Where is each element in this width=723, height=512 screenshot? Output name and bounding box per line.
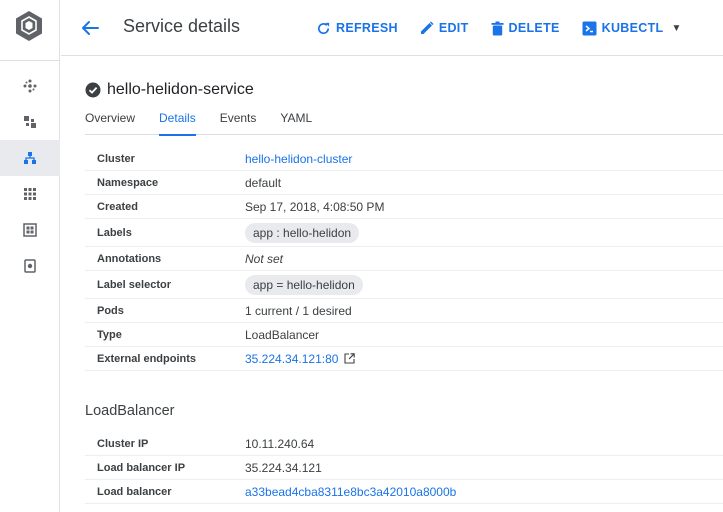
resource-name: hello-helidon-service <box>107 81 254 98</box>
tab-bar: Overview Details Events YAML <box>85 111 723 136</box>
left-navigation-rail <box>0 0 60 512</box>
detail-row-namespace: Namespace default <box>85 171 723 195</box>
detail-label: Type <box>97 328 122 341</box>
detail-row-label-selector: Label selector app = hello-helidon <box>85 271 723 299</box>
details-table: Cluster hello-helidon-cluster Namespace … <box>85 147 723 371</box>
detail-value: 10.11.240.64 <box>245 436 315 451</box>
detail-label: Pods <box>97 304 124 317</box>
detail-row-load-balancer: Load balancer a33bead4cba8311e8bc3a42010… <box>85 480 723 504</box>
page-title: Service details <box>123 16 241 36</box>
edit-button[interactable]: EDIT <box>420 18 469 38</box>
detail-label: Load balancer IP <box>97 461 186 474</box>
refresh-label: REFRESH <box>336 21 398 35</box>
detail-value: Not set <box>245 251 284 266</box>
detail-value: LoadBalancer <box>245 327 320 342</box>
detail-row-pods: Pods 1 current / 1 desired <box>85 299 723 323</box>
kubectl-label: KUBECTL <box>601 21 664 35</box>
detail-label: Label selector <box>97 278 171 291</box>
terminal-icon <box>582 21 597 35</box>
detail-row-created: Created Sep 17, 2018, 4:08:50 PM <box>85 195 723 219</box>
delete-button[interactable]: DELETE <box>491 18 560 38</box>
clusters-icon <box>23 79 37 93</box>
detail-label: Created <box>97 200 138 213</box>
applications-icon <box>24 188 36 200</box>
configuration-icon <box>23 223 37 237</box>
open-in-new-icon[interactable] <box>344 353 356 364</box>
rail-divider <box>0 60 60 61</box>
label-selector-chip: app = hello-helidon <box>245 274 363 295</box>
back-arrow-icon[interactable] <box>79 17 101 39</box>
header-actions: REFRESH EDIT DELETE KUBECTL ▼ <box>316 18 682 38</box>
status-ok-check-icon <box>85 82 101 98</box>
sidebar-item-clusters[interactable] <box>0 68 60 104</box>
detail-row-cluster-ip: Cluster IP 10.11.240.64 <box>85 432 723 456</box>
sidebar-item-workloads[interactable] <box>0 104 60 140</box>
cluster-link[interactable]: hello-helidon-cluster <box>245 152 352 166</box>
detail-label: Labels <box>97 226 132 239</box>
sidebar-item-applications[interactable] <box>0 176 60 212</box>
loadbalancer-section-title: LoadBalancer <box>85 403 175 419</box>
refresh-button[interactable]: REFRESH <box>316 18 398 38</box>
detail-value: 35.224.34.121 <box>245 460 322 475</box>
load-balancer-link[interactable]: a33bead4cba8311e8bc3a42010a8000b <box>245 485 456 499</box>
detail-label: External endpoints <box>97 352 197 365</box>
refresh-icon <box>318 22 330 34</box>
pencil-icon <box>420 21 434 34</box>
details-content: hello-helidon-service Overview Details E… <box>61 57 723 512</box>
detail-row-labels: Labels app : hello-helidon <box>85 219 723 247</box>
detail-value: 1 current / 1 desired <box>245 303 352 318</box>
tab-details[interactable]: Details <box>159 111 196 136</box>
chevron-down-icon: ▼ <box>671 22 682 34</box>
resource-title: hello-helidon-service <box>85 81 254 99</box>
tab-yaml[interactable]: YAML <box>280 111 312 135</box>
detail-label: Load balancer <box>97 485 172 498</box>
sidebar-item-configuration[interactable] <box>0 212 60 248</box>
detail-row-type: Type LoadBalancer <box>85 323 723 347</box>
detail-value: default <box>245 175 282 190</box>
tab-events[interactable]: Events <box>220 111 257 135</box>
detail-label: Namespace <box>97 176 159 189</box>
workloads-icon <box>24 116 36 128</box>
sidebar-item-storage[interactable] <box>0 248 60 284</box>
loadbalancer-table: Cluster IP 10.11.240.64 Load balancer IP… <box>85 432 723 504</box>
detail-row-load-balancer-ip: Load balancer IP 35.224.34.121 <box>85 456 723 480</box>
delete-label: DELETE <box>508 21 560 35</box>
detail-label: Annotations <box>97 252 162 265</box>
edit-label: EDIT <box>438 21 469 35</box>
page-header: Service details REFRESH EDIT DELETE KUBE… <box>61 0 723 56</box>
detail-label: Cluster <box>97 152 135 165</box>
external-endpoint-link[interactable]: 35.224.34.121:80 <box>245 352 338 366</box>
detail-row-external-endpoints: External endpoints 35.224.34.121:80 <box>85 347 723 371</box>
label-chip: app : hello-helidon <box>245 222 360 243</box>
services-icon <box>24 152 36 164</box>
detail-value: Sep 17, 2018, 4:08:50 PM <box>245 199 385 214</box>
kubectl-dropdown-button[interactable]: KUBECTL ▼ <box>582 18 682 38</box>
detail-label: Cluster IP <box>97 437 149 450</box>
kubernetes-engine-logo-icon[interactable] <box>13 10 45 42</box>
sidebar-item-services[interactable] <box>0 140 60 176</box>
trash-icon <box>491 21 504 35</box>
detail-row-cluster: Cluster hello-helidon-cluster <box>85 147 723 171</box>
tab-overview[interactable]: Overview <box>85 111 135 135</box>
detail-row-annotations: Annotations Not set <box>85 247 723 271</box>
storage-icon <box>24 259 36 273</box>
